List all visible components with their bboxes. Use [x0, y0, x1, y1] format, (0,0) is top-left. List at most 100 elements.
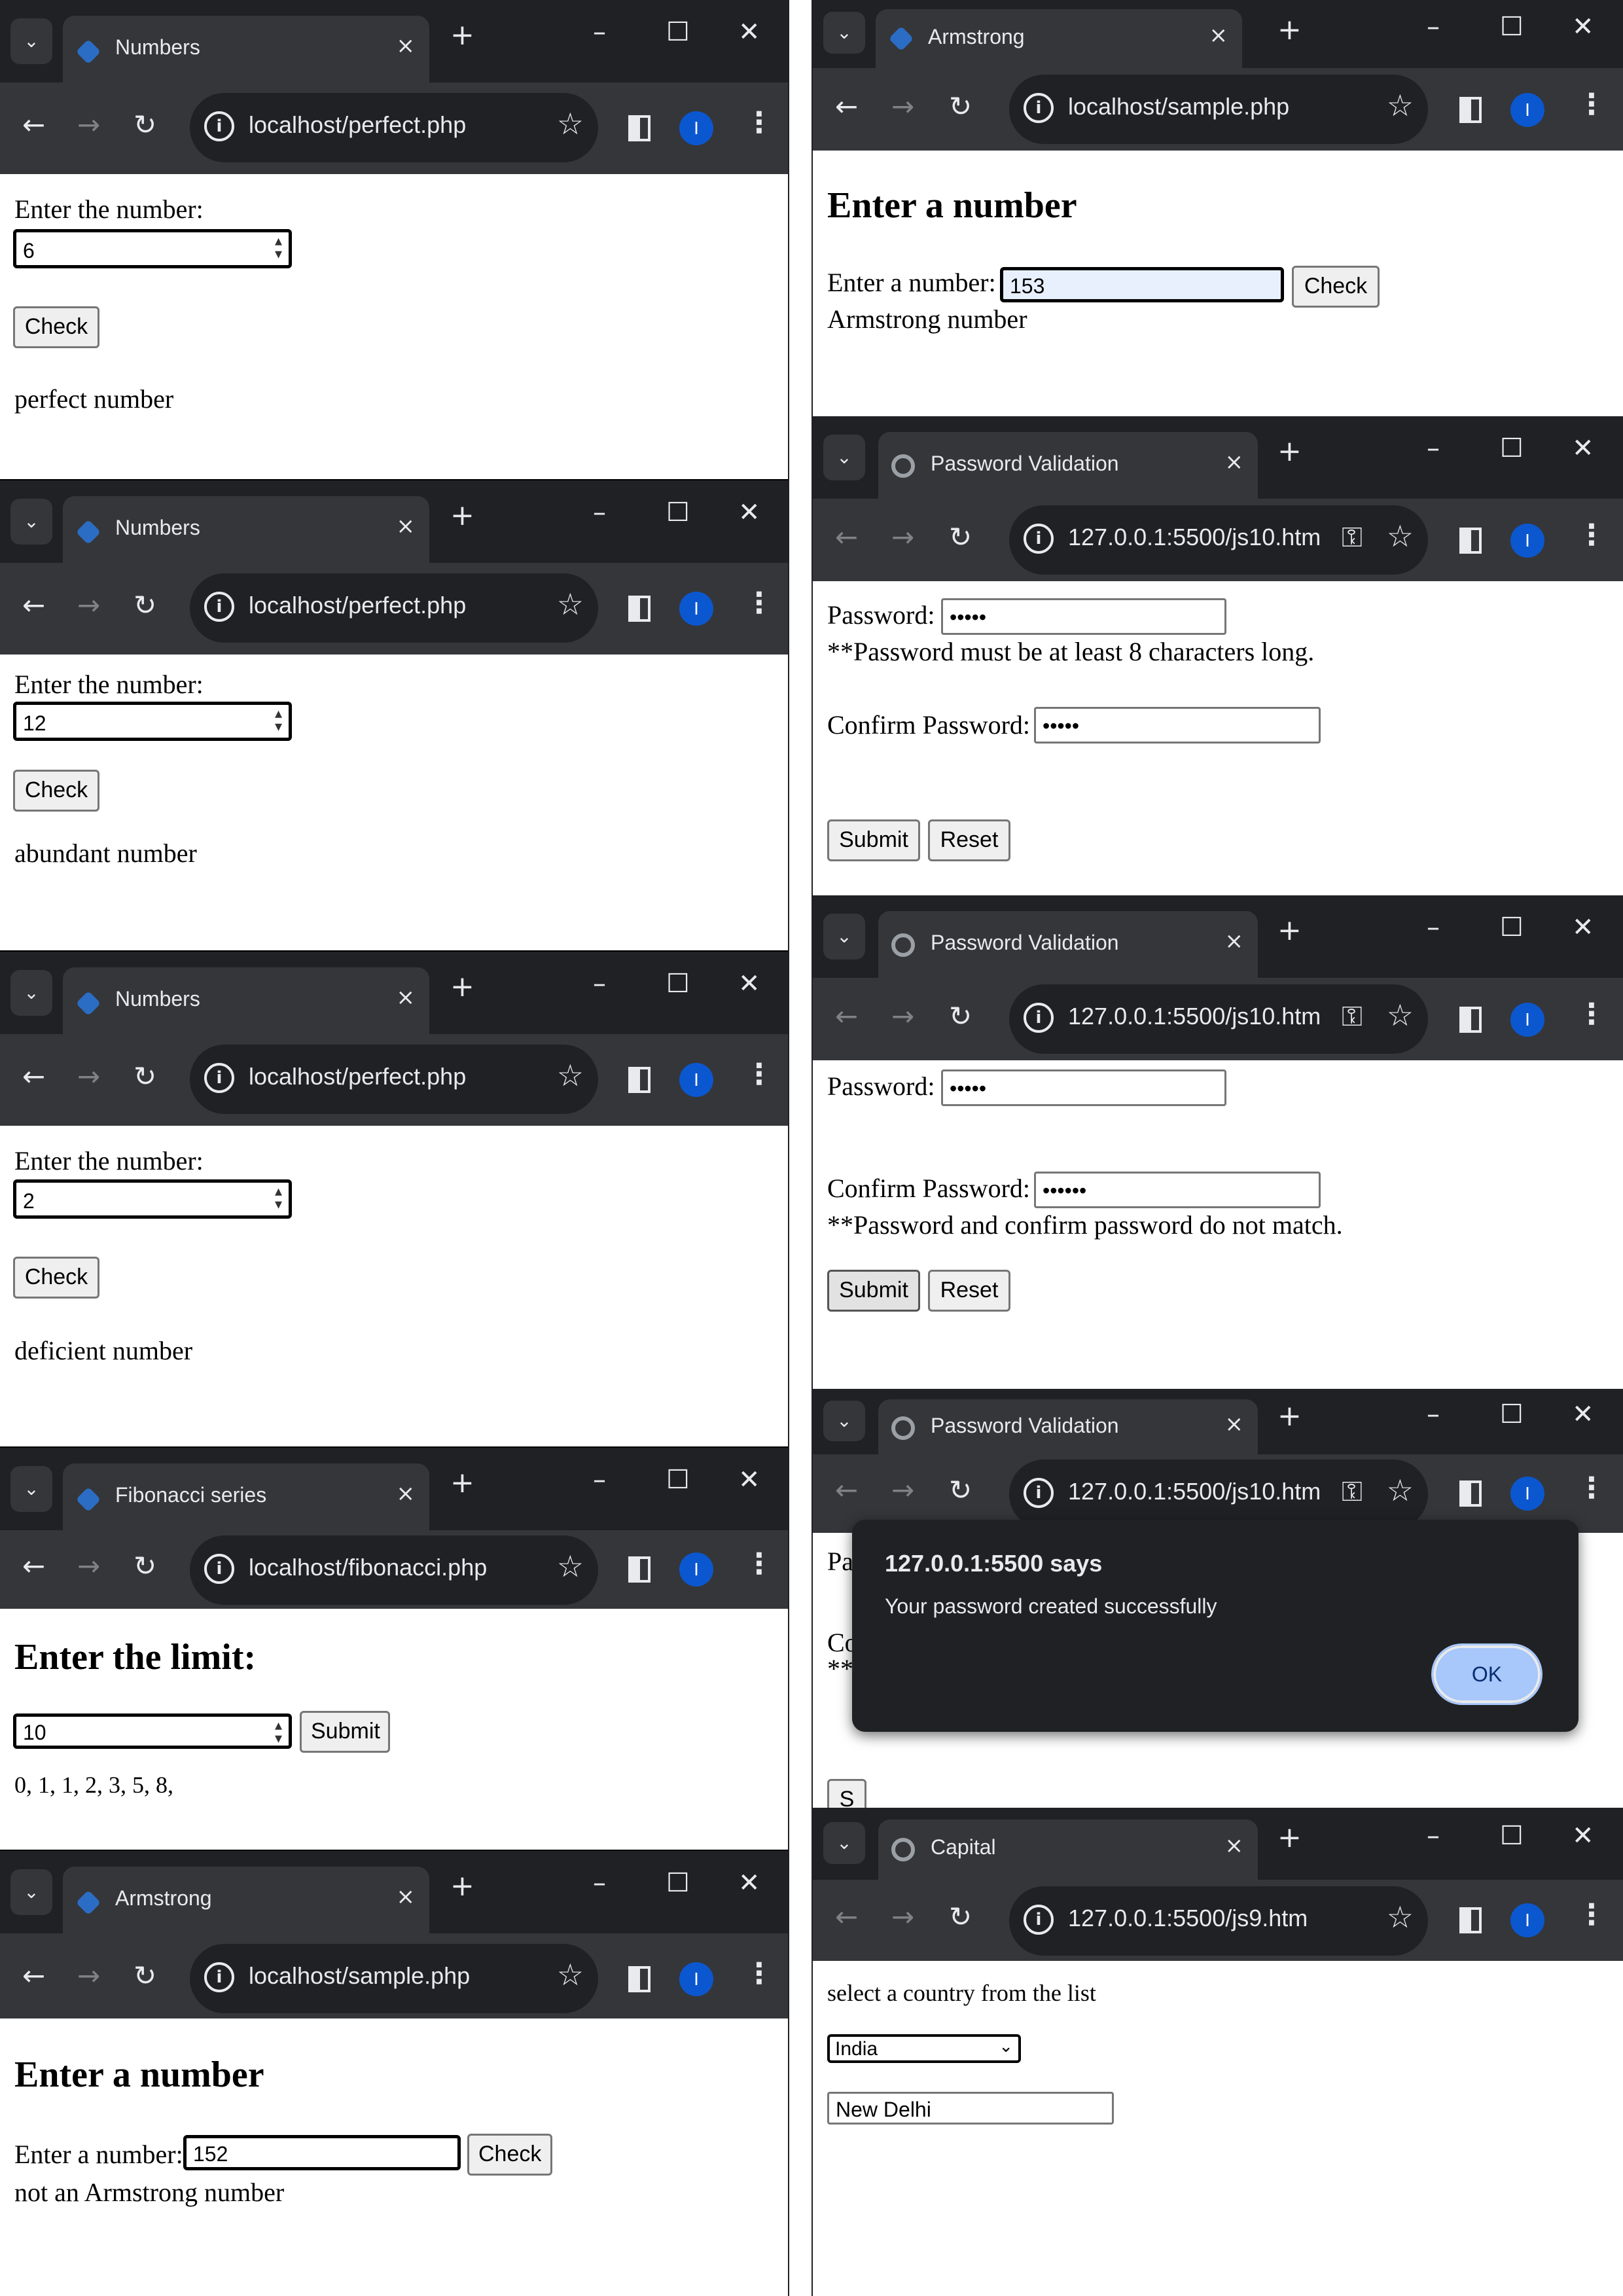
reload-button[interactable]: ↻	[134, 1060, 156, 1092]
bookmark-star-icon[interactable]: ☆	[1387, 1473, 1414, 1508]
number-input[interactable]: 12 ▴ ▾	[13, 702, 292, 741]
forward-button[interactable]: →	[77, 1960, 100, 1992]
number-input[interactable]: 153	[1000, 267, 1284, 302]
confirm-password-input[interactable]: ••••••	[1034, 1172, 1321, 1208]
confirm-password-input[interactable]: •••••	[1034, 707, 1321, 744]
reset-button[interactable]: Reset	[928, 1270, 1010, 1312]
maximize-button[interactable]: ☐	[666, 969, 690, 999]
menu-icon[interactable]: ⋮	[1577, 1471, 1606, 1505]
tab-close-icon[interactable]: ×	[1209, 22, 1228, 48]
reload-button[interactable]: ↻	[134, 1960, 156, 1992]
tab-password-validation[interactable]: Password Validation ×	[878, 432, 1258, 499]
reset-button[interactable]: Reset	[928, 819, 1010, 861]
window-close-button[interactable]: ✕	[1572, 433, 1594, 463]
forward-button[interactable]: →	[77, 1550, 100, 1582]
minimize-button[interactable]: –	[1427, 912, 1440, 942]
side-panel-icon[interactable]	[628, 1067, 651, 1093]
url-text[interactable]: 127.0.0.1:5500/js9.htm	[1068, 1905, 1308, 1932]
site-info-icon[interactable]: i	[204, 1554, 234, 1584]
new-tab-button[interactable]: +	[450, 18, 474, 52]
url-text[interactable]: localhost/fibonacci.php	[249, 1554, 487, 1581]
window-close-button[interactable]: ✕	[1572, 1821, 1594, 1851]
new-tab-button[interactable]: +	[450, 499, 474, 532]
url-text[interactable]: 127.0.0.1:5500/js10.htm	[1068, 524, 1321, 551]
reload-button[interactable]: ↻	[949, 1901, 972, 1933]
new-tab-button[interactable]: +	[1277, 435, 1302, 468]
back-button[interactable]: ←	[835, 521, 858, 553]
forward-button[interactable]: →	[891, 90, 914, 122]
password-key-icon[interactable]: ⚿	[1342, 1000, 1363, 1033]
window-close-button[interactable]: ✕	[738, 17, 760, 47]
maximize-button[interactable]: ☐	[1500, 912, 1524, 942]
site-info-icon[interactable]: i	[1024, 1003, 1054, 1033]
tab-search-button[interactable]: ⌄	[10, 1869, 52, 1915]
address-bar[interactable]: i localhost/sample.php ☆	[1009, 75, 1428, 144]
reload-button[interactable]: ↻	[134, 589, 156, 621]
reload-button[interactable]: ↻	[949, 1474, 972, 1506]
bookmark-star-icon[interactable]: ☆	[1387, 88, 1414, 123]
menu-icon[interactable]: ⋮	[1577, 518, 1606, 552]
forward-button[interactable]: →	[77, 589, 100, 621]
number-input[interactable]: 2 ▴ ▾	[13, 1179, 292, 1219]
address-bar[interactable]: i 127.0.0.1:5500/js10.htm ⚿ ☆	[1009, 1460, 1428, 1529]
back-button[interactable]: ←	[835, 90, 858, 122]
tab-close-icon[interactable]: ×	[1225, 1411, 1244, 1437]
tab-numbers[interactable]: Numbers ×	[63, 496, 429, 563]
url-text[interactable]: localhost/perfect.php	[249, 592, 466, 619]
menu-icon[interactable]: ⋮	[745, 1957, 774, 1990]
window-close-button[interactable]: ✕	[1572, 12, 1594, 42]
minimize-button[interactable]: –	[593, 1465, 606, 1495]
back-button[interactable]: ←	[835, 1000, 858, 1032]
side-panel-icon[interactable]	[1459, 1480, 1482, 1507]
submit-button[interactable]: Submit	[827, 819, 920, 861]
submit-button-partial[interactable]: S	[827, 1779, 866, 1808]
site-info-icon[interactable]: i	[1024, 524, 1054, 554]
minimize-button[interactable]: –	[1427, 1821, 1440, 1851]
new-tab-button[interactable]: +	[450, 970, 474, 1003]
address-bar[interactable]: i 127.0.0.1:5500/js9.htm ☆	[1009, 1886, 1428, 1956]
bookmark-star-icon[interactable]: ☆	[557, 586, 584, 622]
password-input[interactable]: •••••	[941, 1069, 1226, 1106]
minimize-button[interactable]: –	[1427, 1399, 1440, 1429]
tab-numbers[interactable]: Numbers ×	[63, 16, 429, 82]
menu-icon[interactable]: ⋮	[745, 1058, 774, 1091]
bookmark-star-icon[interactable]: ☆	[557, 1549, 584, 1584]
bookmark-star-icon[interactable]: ☆	[1387, 518, 1414, 554]
address-bar[interactable]: i 127.0.0.1:5500/js10.htm ⚿ ☆	[1009, 505, 1428, 575]
country-select[interactable]: India ⌄	[827, 2034, 1021, 2063]
tab-search-button[interactable]: ⌄	[823, 12, 865, 54]
minimize-button[interactable]: –	[1427, 12, 1440, 42]
profile-avatar[interactable]: I	[679, 1063, 713, 1097]
tab-password-validation[interactable]: Password Validation ×	[878, 1399, 1258, 1454]
tab-capital[interactable]: Capital ×	[878, 1820, 1258, 1880]
maximize-button[interactable]: ☐	[666, 17, 690, 47]
reload-button[interactable]: ↻	[949, 90, 972, 122]
new-tab-button[interactable]: +	[1277, 914, 1302, 947]
tab-close-icon[interactable]: ×	[397, 1480, 416, 1507]
minimize-button[interactable]: –	[1427, 433, 1440, 463]
bookmark-star-icon[interactable]: ☆	[557, 1957, 584, 1992]
number-input[interactable]: 6 ▴ ▾	[13, 229, 292, 268]
minimize-button[interactable]: –	[593, 969, 606, 999]
back-button[interactable]: ←	[22, 1960, 45, 1992]
side-panel-icon[interactable]	[628, 115, 651, 141]
spinner-icon[interactable]: ▴ ▾	[275, 234, 282, 262]
url-text[interactable]: 127.0.0.1:5500/js10.htm	[1068, 1003, 1321, 1030]
maximize-button[interactable]: ☐	[1500, 1399, 1524, 1429]
number-input[interactable]: 152	[183, 2135, 461, 2170]
spinner-icon[interactable]: ▴ ▾	[275, 707, 282, 734]
limit-input[interactable]: 10 ▴ ▾	[13, 1713, 292, 1749]
window-close-button[interactable]: ✕	[738, 497, 760, 528]
window-close-button[interactable]: ✕	[738, 969, 760, 999]
side-panel-icon[interactable]	[1459, 1007, 1482, 1033]
submit-button[interactable]: Submit	[300, 1711, 390, 1753]
maximize-button[interactable]: ☐	[666, 1868, 690, 1898]
tab-search-button[interactable]: ⌄	[10, 1466, 52, 1512]
address-bar[interactable]: i 127.0.0.1:5500/js10.htm ⚿ ☆	[1009, 984, 1428, 1054]
new-tab-button[interactable]: +	[1277, 13, 1302, 46]
url-text[interactable]: localhost/sample.php	[249, 1962, 470, 1990]
tab-close-icon[interactable]: ×	[397, 33, 416, 59]
tab-close-icon[interactable]: ×	[1225, 1833, 1244, 1859]
back-button[interactable]: ←	[22, 589, 45, 621]
site-info-icon[interactable]: i	[204, 1962, 234, 1992]
